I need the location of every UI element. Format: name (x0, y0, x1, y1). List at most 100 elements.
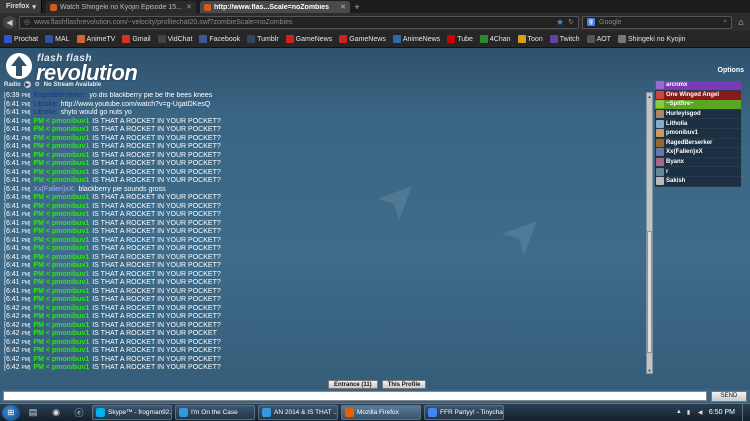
user-list-item[interactable]: Xx{Fallen}xX (655, 148, 741, 158)
message-sender[interactable]: PM < pmonibuv1 (33, 364, 89, 371)
message-sender[interactable]: PM < pmonibuv1 (33, 177, 89, 184)
home-button[interactable]: ⌂ (735, 16, 747, 28)
message-sender[interactable]: PM < pmonibuv1 (33, 160, 89, 167)
message-sender[interactable]: PM < pmonibuv1 (33, 126, 89, 133)
message-sender[interactable]: PM < pmonibuv1 (33, 245, 89, 252)
message-sender[interactable]: Litholia: (33, 109, 57, 116)
close-tab-icon[interactable]: ✕ (340, 3, 346, 11)
taskbar-task[interactable]: FFR Partyy! - Tinycha... (424, 405, 504, 420)
chat-scrollbar[interactable]: ▲ ▼ (646, 92, 653, 374)
message-sender[interactable]: PM < pmonibuv1 (33, 313, 89, 320)
taskbar-task[interactable]: AN 2014 & IS THAT ... (258, 405, 338, 420)
bookmark-item[interactable]: MAL (45, 35, 70, 43)
message-sender[interactable]: PM < pmonibuv1 (33, 194, 89, 201)
bookmark-item[interactable]: Facebook (199, 35, 240, 43)
options-button[interactable]: Options (718, 67, 744, 74)
windows-taskbar: ⊞ ▤ ◉ ⓔ Skype™ - frogman92... I'm On the … (0, 403, 750, 421)
taskbar-task[interactable]: Skype™ - frogman92... (92, 405, 172, 420)
reload-icon[interactable]: ↻ (568, 18, 574, 26)
message-time-ampm: PM] (21, 254, 31, 261)
bookmark-item[interactable]: Tumblr (247, 35, 279, 43)
message-sender[interactable]: PM < pmonibuv1 (33, 220, 89, 227)
bookmark-item[interactable]: Tube (447, 35, 473, 43)
close-tab-icon[interactable]: ✕ (186, 3, 192, 11)
search-icon[interactable]: ⌕ (723, 18, 727, 26)
user-list-item[interactable]: Litholia (655, 119, 741, 129)
url-bar[interactable]: ◎ www.flashflashrevolution.com/~velocity… (19, 15, 579, 29)
ie-pin-icon[interactable]: ⓔ (69, 405, 89, 420)
clock[interactable]: 6:50 PM (709, 409, 735, 416)
new-tab-button[interactable]: + (350, 1, 364, 13)
show-desktop-button[interactable] (742, 403, 750, 421)
start-button[interactable]: ⊞ (2, 404, 20, 421)
bookmark-item[interactable]: GameNews (339, 35, 386, 43)
message-sender[interactable]: PM < pmonibuv1 (33, 279, 89, 286)
bookmark-item[interactable]: 4Chan (479, 35, 511, 43)
user-list-item[interactable]: Sakish (655, 176, 741, 187)
message-sender[interactable]: PM < pmonibuv1 (33, 296, 89, 303)
message-sender[interactable]: PM < pmonibuv1 (33, 339, 89, 346)
user-list-item[interactable]: Byanx (655, 157, 741, 168)
bookmark-item[interactable]: Toon (517, 35, 543, 43)
tab-shingeki[interactable]: Watch Shingeki no Kyojin Episode 15... ✕ (46, 1, 196, 13)
back-button[interactable]: ◀ (3, 15, 16, 29)
tab-ffr-chat[interactable]: http://www.flas...Scale=noZombies ✕ (200, 1, 350, 13)
firefox-menu-button[interactable]: Firefox ▾ (0, 0, 42, 13)
settings-icon[interactable]: ⚙ (34, 81, 41, 88)
search-box[interactable]: g Google ⌕ (582, 15, 732, 29)
user-list-item[interactable]: arcnmx (655, 81, 741, 91)
message-sender[interactable]: Xx{Fallen}xX: (33, 186, 75, 193)
scroll-thumb[interactable] (647, 231, 652, 353)
play-icon[interactable]: ▶ (23, 81, 31, 88)
bookmark-item[interactable]: Shingeki no Kyojin (617, 35, 686, 43)
message-sender[interactable]: PM < pmonibuv1 (33, 135, 89, 142)
message-sender[interactable]: PM < pmonibuv1 (33, 228, 89, 235)
message-sender[interactable]: PM < pmonibuv1 (33, 211, 89, 218)
folder-pin-icon[interactable]: ▤ (23, 405, 43, 420)
message-sender[interactable]: PM < pmonibuv1 (33, 262, 89, 269)
chat-input[interactable] (3, 391, 707, 401)
user-list-item[interactable]: RagedBerserker (655, 138, 741, 149)
bookmark-item[interactable]: Twitch (549, 35, 580, 43)
user-list-item[interactable]: pmonibuv1 (655, 128, 741, 139)
message-sender[interactable]: PM < pmonibuv1 (33, 118, 89, 125)
user-list-item[interactable]: Hurleyisgod (655, 109, 741, 120)
bookmark-item[interactable]: Prochat (4, 35, 38, 43)
message-sender[interactable]: PM < pmonibuv1 (33, 305, 89, 312)
tray-arrow-icon[interactable]: ▲ (676, 409, 683, 416)
entrance-button[interactable]: Entrance (11) (328, 380, 378, 389)
message-sender[interactable]: Litholia: (33, 101, 57, 108)
taskbar-task[interactable]: Mozilla Firefox (341, 405, 421, 420)
message-sender[interactable]: PM < pmonibuv1 (33, 322, 89, 329)
send-button[interactable]: SEND (711, 390, 747, 402)
message-sender[interactable]: PM < pmonibuv1 (33, 347, 89, 354)
message-sender[interactable]: PM < pmonibuv1 (33, 330, 89, 337)
message-sender[interactable]: PM < pmonibuv1 (33, 288, 89, 295)
bookmark-item[interactable]: Gmail (122, 35, 151, 43)
message-sender[interactable]: PM < pmonibuv1 (33, 254, 89, 261)
scroll-down-icon[interactable]: ▼ (647, 367, 652, 373)
message-sender[interactable]: RagedBerserker: (33, 92, 86, 99)
network-icon[interactable]: ▮ (687, 409, 694, 416)
steam-pin-icon[interactable]: ◉ (46, 405, 66, 420)
bookmark-star-icon[interactable]: ★ (556, 17, 564, 28)
user-list-item[interactable]: ~Spitfire~ (655, 100, 741, 110)
bookmark-item[interactable]: GameNews (285, 35, 332, 43)
taskbar-task[interactable]: I'm On the Case (175, 405, 255, 420)
user-list-item[interactable]: r (655, 167, 741, 177)
message-sender[interactable]: PM < pmonibuv1 (33, 152, 89, 159)
this-profile-button[interactable]: This Profile (381, 380, 427, 389)
message-sender[interactable]: PM < pmonibuv1 (33, 271, 89, 278)
bookmark-item[interactable]: AOT (586, 35, 611, 43)
message-sender[interactable]: PM < pmonibuv1 (33, 237, 89, 244)
bookmark-item[interactable]: AnimeTV (76, 35, 115, 43)
bookmark-item[interactable]: AnimeNews (392, 35, 440, 43)
volume-icon[interactable]: ◀ (698, 409, 705, 416)
user-list-item[interactable]: One Winged Angel (655, 90, 741, 101)
message-sender[interactable]: PM < pmonibuv1 (33, 203, 89, 210)
bookmark-item[interactable]: VidChat (157, 35, 192, 43)
message-sender[interactable]: PM < pmonibuv1 (33, 169, 89, 176)
message-sender[interactable]: PM < pmonibuv1 (33, 356, 89, 363)
message-sender[interactable]: PM < pmonibuv1 (33, 143, 89, 150)
scroll-up-icon[interactable]: ▲ (647, 93, 652, 99)
